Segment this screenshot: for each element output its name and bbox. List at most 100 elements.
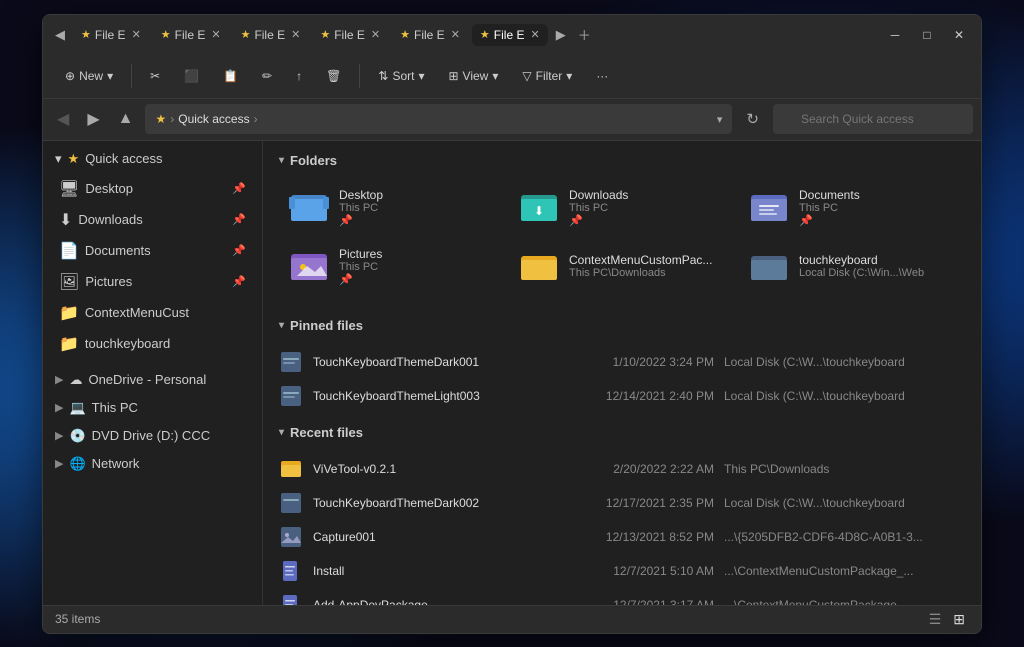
pinned-file-1-location: Local Disk (C:\W...\touchkeyboard (724, 355, 965, 369)
list-view-button[interactable]: ☰ (925, 609, 946, 630)
expand-icon: ▾ (55, 151, 62, 167)
recent-file-5-date: 12/7/2021 3:17 AM (564, 598, 714, 605)
pinned-file-1[interactable]: TouchKeyboardThemeDark001 1/10/2022 3:24… (263, 345, 981, 379)
documents-icon: 📄 (59, 241, 79, 261)
new-button[interactable]: ⊕ New ▾ (55, 64, 123, 88)
sidebar-item-contextmenu[interactable]: 📁 ContextMenuCust (47, 298, 258, 328)
grid-view-button[interactable]: ⊞ (949, 609, 969, 630)
tab-3-label: File E (254, 28, 285, 42)
recent-file-1[interactable]: ViVeTool-v0.2.1 2/20/2022 2:22 AM This P… (263, 452, 981, 486)
toolbar-sep-1 (131, 64, 132, 88)
cut-button[interactable]: ✂ (140, 64, 170, 88)
pinned-section-header[interactable]: ▾ Pinned files (263, 306, 981, 341)
recent-file-1-location: This PC\Downloads (724, 462, 965, 476)
tab-6-close[interactable]: ✕ (530, 28, 539, 41)
sidebar-item-desktop[interactable]: 🖥 Desktop 📌 (47, 174, 258, 204)
tab-5-close[interactable]: ✕ (451, 28, 460, 41)
folder-pictures[interactable]: Pictures This PC 📌 (279, 239, 505, 294)
folders-section-header[interactable]: ▾ Folders (263, 141, 981, 176)
sort-button[interactable]: ⇅ Sort ▾ (368, 64, 434, 88)
tab-3-close[interactable]: ✕ (291, 28, 300, 41)
quick-access-star-icon: ★ (68, 151, 80, 167)
touchkeyboard-folder-path: Local Disk (C:\Win...\Web (799, 267, 955, 279)
new-tab-btn[interactable]: ＋ (574, 21, 595, 48)
forward-button[interactable]: ▶ (81, 105, 105, 133)
filter-button[interactable]: ▽ Filter ▾ (512, 64, 582, 88)
recent-file-3[interactable]: Capture001 12/13/2021 8:52 PM ...\{5205D… (263, 520, 981, 554)
tab-1[interactable]: ★ File E ✕ (73, 24, 149, 46)
desktop-folder-path: This PC (339, 202, 495, 214)
tab-5[interactable]: ★ File E ✕ (392, 24, 468, 46)
tab-4-label: File E (334, 28, 365, 42)
downloads-folder-path: This PC (569, 202, 725, 214)
folders-section-title: Folders (290, 153, 337, 168)
tab-star-icon: ★ (81, 28, 91, 41)
recent-file-5-name: Add-AppDevPackage (313, 598, 554, 605)
recent-file-2[interactable]: TouchKeyboardThemeDark002 12/17/2021 2:3… (263, 486, 981, 520)
pictures-folder-icon (289, 248, 329, 284)
share-button[interactable]: ↑ (286, 64, 312, 88)
sidebar-network-toggle[interactable]: ▶ 🌐 Network (43, 450, 262, 478)
address-path[interactable]: ★ › Quick access › ▾ (145, 104, 732, 134)
recent-file-icon-5 (279, 593, 303, 605)
tab-star-icon: ★ (320, 28, 330, 41)
sidebar-quick-access-toggle[interactable]: ▾ ★ Quick access (43, 145, 262, 173)
tab-4[interactable]: ★ File E ✕ (312, 24, 388, 46)
toolbar: ⊕ New ▾ ✂ ⬛ 📋 ✏ ↑ 🗑 ⇅ Sort ▾ ⊞ View ▾ ▽ … (43, 55, 981, 99)
pictures-folder-path: This PC (339, 261, 495, 273)
sidebar-documents-label: Documents (85, 243, 151, 258)
folder-documents[interactable]: Documents This PC 📌 (739, 180, 965, 235)
recent-file-3-date: 12/13/2021 8:52 PM (564, 530, 714, 544)
file-icon-2 (279, 384, 303, 408)
up-button[interactable]: ▲ (112, 106, 140, 132)
tab-prev-btn[interactable]: ◀ (51, 23, 69, 47)
path-star-icon: ★ (155, 112, 166, 126)
view-button[interactable]: ⊞ View ▾ (438, 64, 508, 88)
tab-2-close[interactable]: ✕ (211, 28, 220, 41)
rename-button[interactable]: ✏ (252, 64, 282, 88)
folder-downloads[interactable]: ⬇ Downloads This PC 📌 (509, 180, 735, 235)
path-sep-2: › (254, 112, 258, 126)
sidebar-item-touchkeyboard[interactable]: 📁 touchkeyboard (47, 329, 258, 359)
recent-file-5[interactable]: Add-AppDevPackage 12/7/2021 3:17 AM ...\… (263, 588, 981, 605)
refresh-button[interactable]: ↻ (738, 106, 767, 132)
address-bar: ◀ ▶ ▲ ★ › Quick access › ▾ ↻ 🔍 (43, 99, 981, 141)
delete-button[interactable]: 🗑 (316, 64, 351, 88)
tab-1-close[interactable]: ✕ (132, 28, 141, 41)
tab-6[interactable]: ★ File E ✕ (472, 24, 548, 46)
path-dropdown-btn[interactable]: ▾ (717, 113, 723, 126)
sidebar-downloads-label: Downloads (78, 212, 142, 227)
sidebar-item-pictures[interactable]: 🖼 Pictures 📌 (47, 267, 258, 297)
sidebar-dvddrive-toggle[interactable]: ▶ 💿 DVD Drive (D:) CCC (43, 422, 262, 450)
tab-4-close[interactable]: ✕ (371, 28, 380, 41)
more-button[interactable]: ··· (586, 64, 618, 88)
paste-button[interactable]: 📋 (213, 64, 248, 88)
minimize-button[interactable]: ─ (881, 24, 909, 46)
folder-contextmenu[interactable]: ContextMenuCustomPac... This PC\Download… (509, 239, 735, 294)
folders-grid: Desktop This PC 📌 ⬇ Do (263, 176, 981, 306)
folder-desktop[interactable]: Desktop This PC 📌 (279, 180, 505, 235)
sidebar-item-documents[interactable]: 📄 Documents 📌 (47, 236, 258, 266)
tab-next-btn[interactable]: ▶ (552, 23, 570, 47)
copy-button[interactable]: ⬛ (174, 64, 209, 88)
sidebar-item-downloads[interactable]: ⬇ Downloads 📌 (47, 205, 258, 235)
pinned-file-2-name: TouchKeyboardThemeLight003 (313, 389, 554, 403)
search-input[interactable] (773, 104, 973, 134)
sidebar-thispc-toggle[interactable]: ▶ 💻 This PC (43, 394, 262, 422)
folder-touchkeyboard[interactable]: touchkeyboard Local Disk (C:\Win...\Web (739, 239, 965, 294)
recent-file-4[interactable]: Install 12/7/2021 5:10 AM ...\ContextMen… (263, 554, 981, 588)
downloads-folder-icon: ⬇ (519, 189, 559, 225)
tab-2[interactable]: ★ File E ✕ (153, 24, 229, 46)
tab-3[interactable]: ★ File E ✕ (233, 24, 309, 46)
back-button[interactable]: ◀ (51, 105, 75, 133)
network-label: Network (92, 456, 140, 471)
recent-section-header[interactable]: ▾ Recent files (263, 413, 981, 448)
status-bar: 35 items ☰ ⊞ (43, 605, 981, 633)
sidebar-onedrive-toggle[interactable]: ▶ ☁ OneDrive - Personal (43, 366, 262, 394)
pinned-file-2[interactable]: TouchKeyboardThemeLight003 12/14/2021 2:… (263, 379, 981, 413)
chevron-icon: ▾ (279, 155, 284, 166)
filter-icon: ▽ (522, 69, 531, 83)
maximize-button[interactable]: □ (913, 24, 941, 46)
close-button[interactable]: ✕ (945, 24, 973, 46)
sidebar-touchkeyboard-label: touchkeyboard (85, 336, 170, 351)
